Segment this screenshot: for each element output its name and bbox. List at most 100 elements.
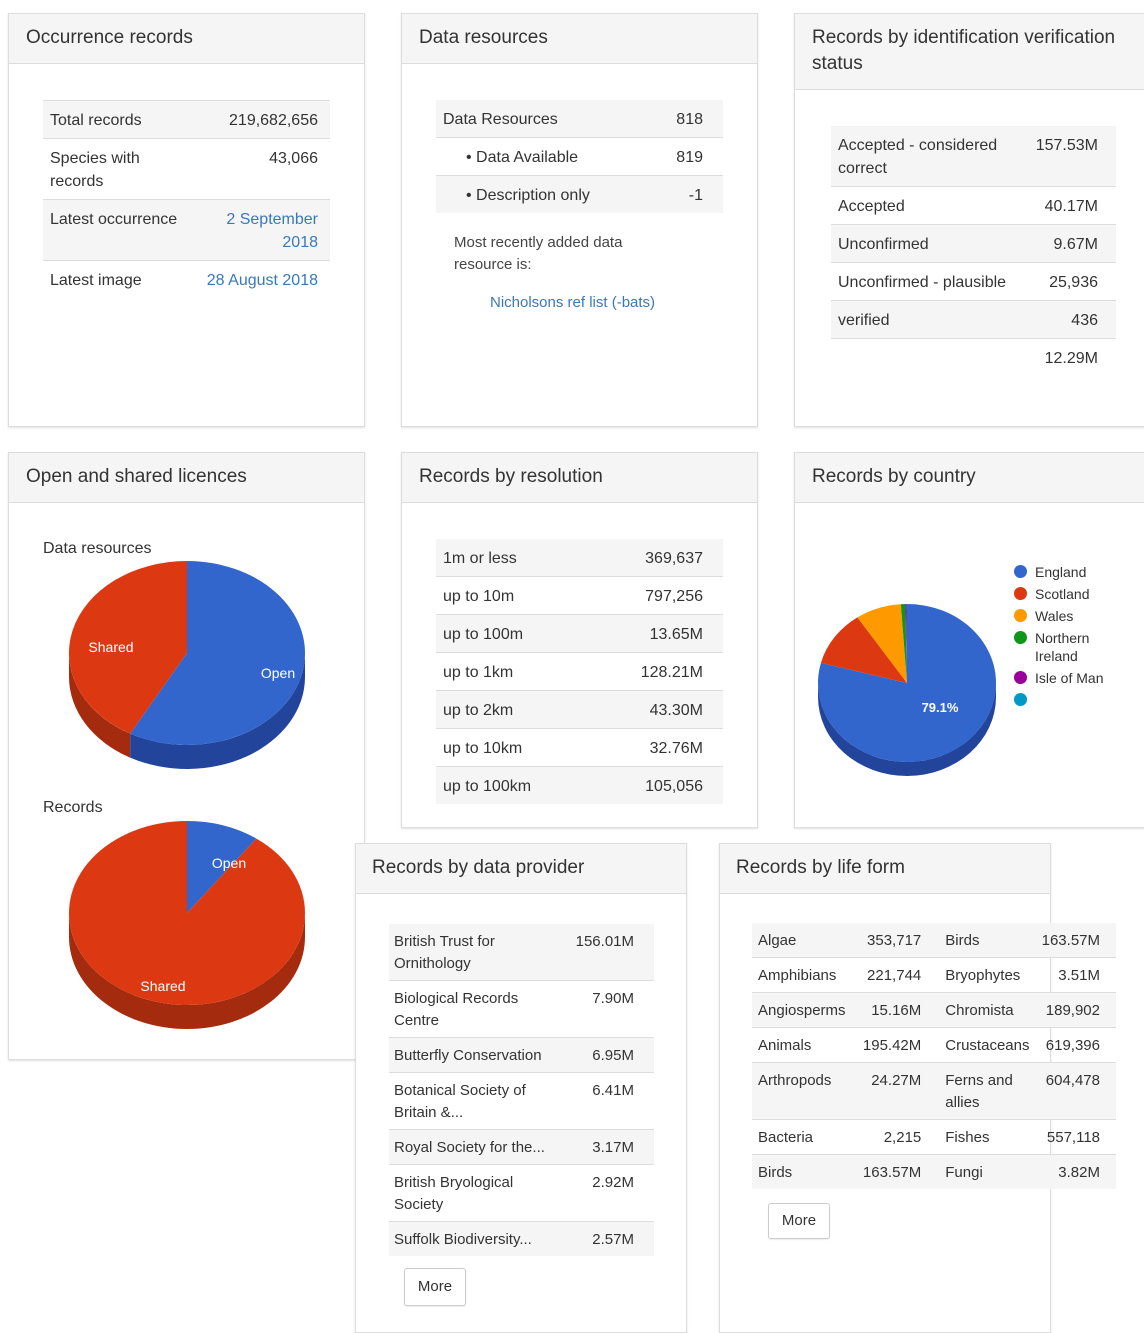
resolution-value: 369,637 [589,539,723,577]
data-resources-label: Data Resources [436,100,652,138]
table-row: Biological Records Centre 7.90M [389,980,654,1038]
resolution-value: 797,256 [589,576,723,615]
table-row: Botanical Society of Britain &... 6.41M [389,1072,654,1130]
table-row: • Description only -1 [436,175,723,213]
table-row: Angiosperms 15.16M Chromista 189,902 [752,992,1116,1028]
latest-occurrence-label: Latest occurrence [43,199,192,261]
provider-label: Botanical Society of Britain &... [389,1072,560,1130]
life-form-value: 557,118 [1033,1119,1116,1155]
provider-label: Biological Records Centre [389,980,560,1038]
unspecified-label [831,338,1024,376]
table-row: up to 2km 43.30M [436,690,723,729]
unconfirmed-plausible-value: 25,936 [1024,262,1116,301]
table-row: British Trust for Ornithology 156.01M [389,924,654,981]
life-form-value: 221,744 [854,957,940,993]
legend-item-wales[interactable]: Wales [1012,607,1115,625]
verification-status-table: Accepted - considered correct 157.53M Ac… [831,126,1116,376]
country-pie-slices [818,604,996,762]
resolution-label: up to 10km [436,728,590,767]
data-resources-panel: Data resources Data Resources 818 • Data… [401,13,758,427]
life-form-label: Angiosperms [752,992,855,1028]
provider-value: 2.57M [560,1221,654,1256]
latest-occurrence-link[interactable]: 2 September 2018 [226,211,318,251]
legend-dot [1014,631,1027,644]
species-with-records-value: 43,066 [191,138,330,200]
provider-label: British Bryological Society [389,1164,560,1222]
table-row: Animals 195.42M Crustaceans 619,396 [752,1027,1116,1063]
pie-label-open: Open [212,855,246,871]
legend-label: Northern Ireland [1035,630,1090,664]
table-row: Algae 353,717 Birds 163.57M [752,923,1116,958]
recent-resource-link[interactable]: Nicholsons ref list (-bats) [490,292,655,314]
data-available-label: • Data Available [436,137,652,176]
resolution-value: 32.76M [589,728,723,767]
legend-item-other[interactable] [1012,691,1115,706]
pie-slice-shared[interactable] [68,821,305,1005]
data-resources-table: Data Resources 818 • Data Available 819 … [436,100,723,213]
verified-label: verified [831,300,1024,339]
life-form-title: Records by life form [720,844,1050,894]
recent-resource-text: Most recently added data resource is: [454,234,623,273]
description-only-value: -1 [651,175,723,213]
life-form-value: 163.57M [854,1154,940,1189]
resolution-value: 13.65M [589,614,723,653]
provider-value: 6.95M [560,1037,654,1073]
data-provider-title: Records by data provider [356,844,686,894]
legend-item-scotland[interactable]: Scotland [1012,585,1115,603]
resolution-value: 105,056 [589,766,723,804]
legend-item-england[interactable]: England [1012,563,1115,581]
provider-value: 156.01M [560,924,654,981]
life-form-label: Arthropods [752,1062,855,1120]
latest-image-label: Latest image [43,260,192,298]
data-available-value: 819 [651,137,723,176]
legend-item-northern-ireland[interactable]: Northern Ireland [1012,629,1115,665]
life-form-label: Birds [939,923,1034,958]
unconfirmed-plausible-label: Unconfirmed - plausible [831,262,1024,301]
resources-pie-chart: Open Shared [69,561,305,769]
life-form-value: 2,215 [854,1119,940,1155]
life-form-label: Crustaceans [939,1027,1034,1063]
table-row: Latest occurrence 2 September 2018 [43,199,330,261]
verification-status-title: Records by identification verification s… [795,14,1144,90]
life-form-table: Algae 353,717 Birds 163.57M Amphibians 2… [752,923,1116,1189]
life-form-more-button[interactable]: More [768,1203,830,1239]
pie-label-open: Open [261,665,295,681]
table-row: verified 436 [831,300,1116,339]
unconfirmed-value: 9.67M [1024,224,1116,263]
legend-label: Scotland [1035,586,1090,602]
resolution-panel: Records by resolution 1m or less 369,637… [401,452,758,828]
records-pie-caption: Records [43,799,103,816]
life-form-label: Animals [752,1027,855,1063]
legend-dot [1014,587,1027,600]
resolution-label: up to 100km [436,766,590,804]
life-form-label: Ferns and allies [939,1062,1034,1120]
table-row: Accepted - considered correct 157.53M [831,126,1116,187]
life-form-label: Amphibians [752,957,855,993]
life-form-value: 619,396 [1033,1027,1116,1063]
provider-more-button[interactable]: More [404,1268,466,1306]
legend-dot [1014,671,1027,684]
total-records-value: 219,682,656 [191,100,330,139]
resolution-label: up to 1km [436,652,590,691]
provider-value: 3.17M [560,1129,654,1165]
table-row: Birds 163.57M Fungi 3.82M [752,1154,1116,1189]
legend-item-isle-of-man[interactable]: Isle of Man [1012,669,1115,687]
provider-label: British Trust for Ornithology [389,924,560,981]
life-form-label: Bacteria [752,1119,855,1155]
table-row: up to 10m 797,256 [436,576,723,615]
legend-label: Isle of Man [1035,670,1104,686]
table-row: up to 100m 13.65M [436,614,723,653]
table-row: Data Resources 818 [436,100,723,138]
data-resources-value: 818 [651,100,723,138]
data-resources-title: Data resources [402,14,757,64]
resolution-value: 128.21M [589,652,723,691]
verification-status-panel: Records by identification verification s… [794,13,1144,427]
pie-label-shared: Shared [88,639,133,655]
life-form-value: 24.27M [854,1062,940,1120]
latest-image-link[interactable]: 28 August 2018 [207,272,318,289]
occurrence-records-panel: Occurrence records Total records 219,682… [8,13,365,427]
legend-dot [1014,609,1027,622]
resolution-value: 43.30M [589,690,723,729]
country-pie-pct-label: 79.1% [922,700,959,715]
resolution-title: Records by resolution [402,453,757,503]
